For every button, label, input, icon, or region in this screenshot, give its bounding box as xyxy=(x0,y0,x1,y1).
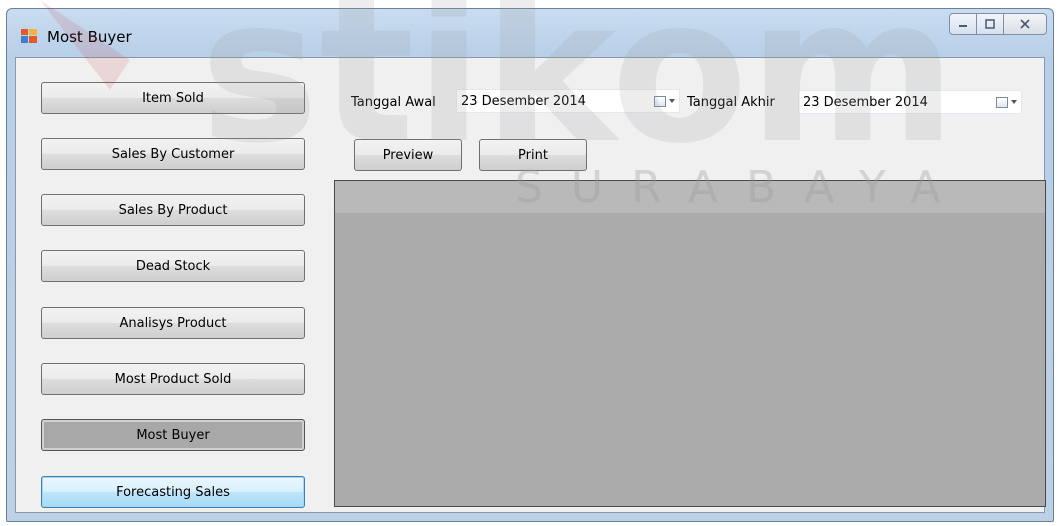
close-icon xyxy=(1020,19,1030,29)
end-date-label: Tanggal Akhir xyxy=(687,95,775,110)
sales-by-customer-button[interactable]: Sales By Customer xyxy=(41,138,305,170)
form-client-area: Item Sold Sales By Customer Sales By Pro… xyxy=(15,57,1046,513)
window-title: Most Buyer xyxy=(47,28,132,46)
report-viewer-toolbar-area xyxy=(335,181,1045,213)
item-sold-button[interactable]: Item Sold xyxy=(41,82,305,114)
title-bar[interactable]: Most Buyer xyxy=(7,9,1053,57)
maximize-button[interactable] xyxy=(976,13,1004,35)
maximize-icon xyxy=(985,19,995,29)
most-buyer-button[interactable]: Most Buyer xyxy=(41,419,305,451)
start-date-picker[interactable]: 23 Desember 2014 xyxy=(456,89,680,113)
form-icon xyxy=(21,29,37,43)
close-button[interactable] xyxy=(1003,13,1047,35)
dead-stock-button[interactable]: Dead Stock xyxy=(41,250,305,282)
report-viewer[interactable] xyxy=(334,180,1046,507)
preview-button[interactable]: Preview xyxy=(354,139,462,171)
forecasting-sales-button[interactable]: Forecasting Sales xyxy=(41,476,305,508)
analisys-product-button[interactable]: Analisys Product xyxy=(41,307,305,339)
start-date-value: 23 Desember 2014 xyxy=(461,93,586,109)
start-date-label: Tanggal Awal xyxy=(351,95,436,110)
minimize-icon xyxy=(959,25,967,27)
end-date-value: 23 Desember 2014 xyxy=(803,94,928,110)
sales-by-product-button[interactable]: Sales By Product xyxy=(41,194,305,226)
calendar-icon xyxy=(995,96,1008,108)
most-buyer-window: Most Buyer Item Sold Sales By Customer S… xyxy=(6,8,1054,522)
print-button[interactable]: Print xyxy=(479,139,587,171)
chevron-down-icon xyxy=(668,99,675,103)
end-date-dropdown[interactable] xyxy=(991,91,1021,113)
minimize-button[interactable] xyxy=(949,13,977,35)
most-product-sold-button[interactable]: Most Product Sold xyxy=(41,363,305,395)
chevron-down-icon xyxy=(1010,100,1017,104)
end-date-picker[interactable]: 23 Desember 2014 xyxy=(798,90,1022,114)
calendar-icon xyxy=(653,95,666,107)
start-date-dropdown[interactable] xyxy=(649,90,679,112)
